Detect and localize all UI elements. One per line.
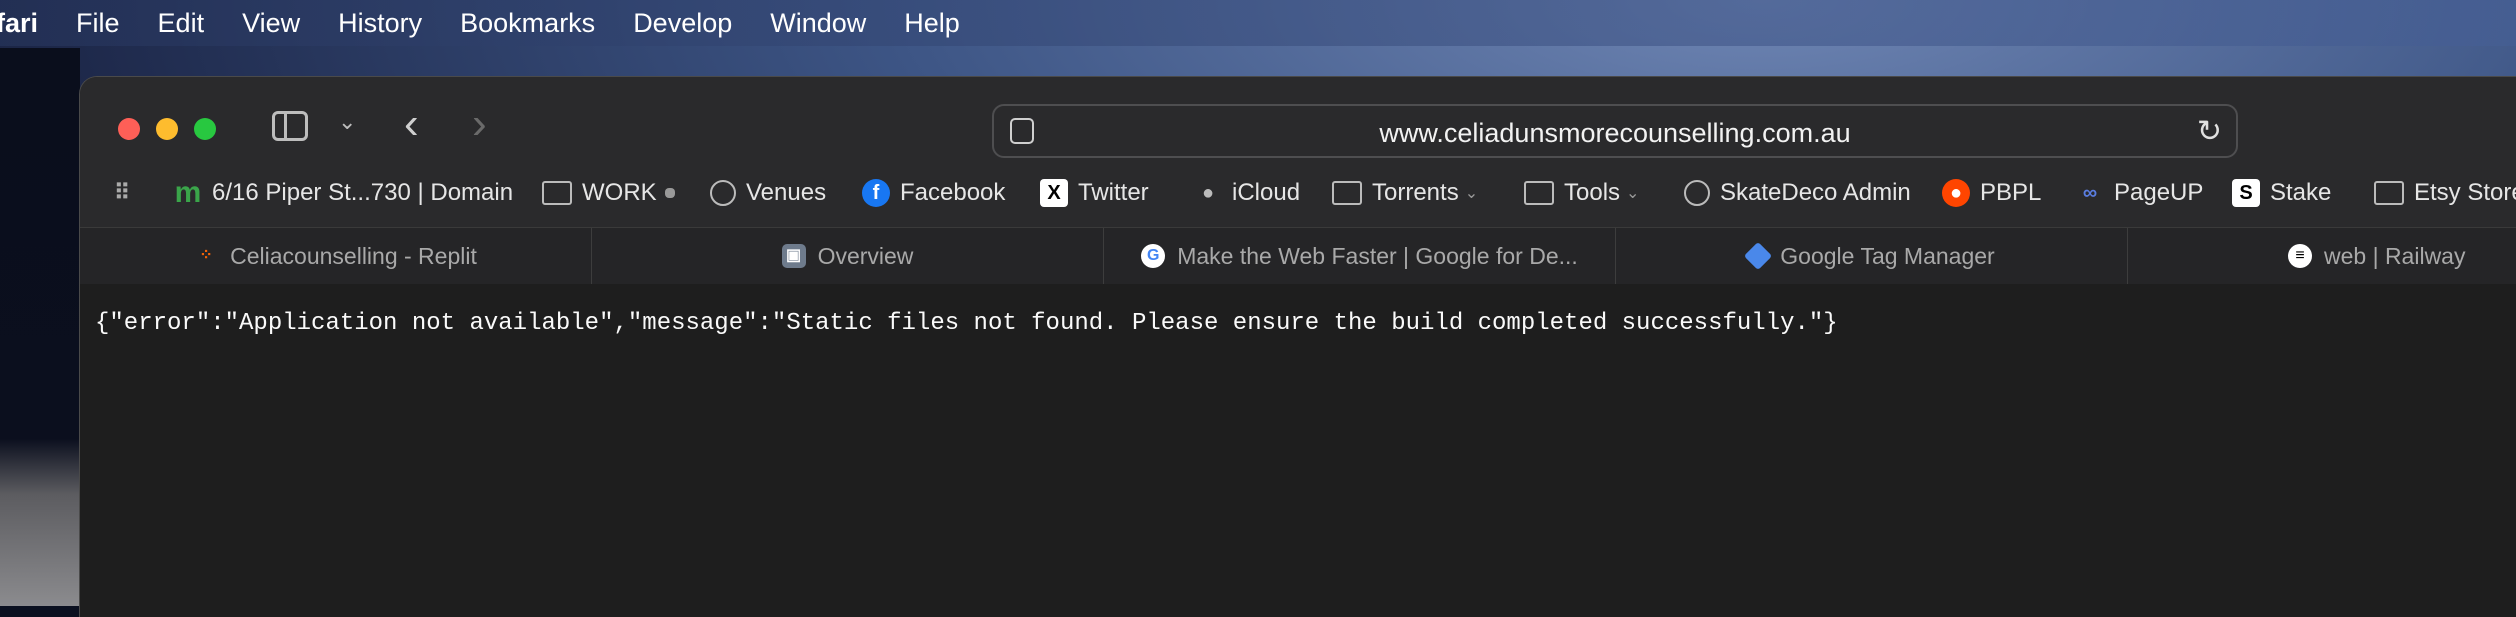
bookmark-skatedeco[interactable]: SkateDeco Admin <box>1684 179 1911 207</box>
reddit-icon: ● <box>1942 179 1970 207</box>
forward-button[interactable]: › <box>472 99 487 149</box>
menu-bookmarks[interactable]: Bookmarks <box>460 8 595 39</box>
menu-develop[interactable]: Develop <box>633 8 732 39</box>
bookmark-label: Facebook <box>900 179 1006 206</box>
menu-help[interactable]: Help <box>904 8 960 39</box>
pageup-icon: ∞ <box>2082 182 2098 204</box>
apple-icon: ● <box>1201 182 1215 204</box>
google-icon: G <box>1141 244 1166 268</box>
address-bar[interactable]: www.celiadunsmorecounselling.com.au ↻ <box>992 104 2238 158</box>
bookmark-domain[interactable]: m 6/16 Piper St...730 | Domain <box>174 176 514 209</box>
chevron-down-icon: ⌄ <box>1626 185 1640 202</box>
browser-toolbar: ⌄ ‹ › www.celiadunsmorecounselling.com.a… <box>80 77 2516 227</box>
bookmark-label: SkateDeco Admin <box>1720 179 1911 206</box>
browser-window: ⌄ ‹ › www.celiadunsmorecounselling.com.a… <box>79 76 2516 617</box>
folder-icon <box>542 181 572 205</box>
tab-label: Overview <box>817 242 914 269</box>
bookmark-label: Twitter <box>1078 179 1149 206</box>
tab-label: Celiacounselling - Replit <box>230 242 477 269</box>
gtm-icon <box>1744 241 1773 271</box>
tab-make-web-faster[interactable]: G Make the Web Faster | Google for De... <box>1104 228 1616 284</box>
tab-railway[interactable]: ≡ web | Railway <box>2128 228 2516 284</box>
error-json-text: {"error":"Application not available","me… <box>95 310 1838 337</box>
bookmark-label: PBPL <box>1980 179 2042 206</box>
bookmark-icloud[interactable]: ● iCloud <box>1194 179 1300 207</box>
tab-overview[interactable]: ▣ Overview <box>592 228 1104 284</box>
close-window-button[interactable] <box>118 118 140 140</box>
folder-icon <box>2374 181 2404 205</box>
bookmark-twitter[interactable]: X Twitter <box>1040 179 1149 207</box>
menu-file[interactable]: File <box>76 8 120 39</box>
bookmark-label: WORK <box>582 179 657 206</box>
menu-window[interactable]: Window <box>770 8 866 39</box>
menu-edit[interactable]: Edit <box>158 8 205 39</box>
menu-view[interactable]: View <box>242 8 300 39</box>
tab-label: Make the Web Faster | Google for De... <box>1177 242 1578 269</box>
bookmark-folder-work[interactable]: WORK <box>542 179 685 207</box>
tab-overview-grid-button[interactable]: ⠿ <box>108 179 146 207</box>
bookmark-pbpl[interactable]: ● PBPL <box>1942 179 2041 207</box>
minimize-window-button[interactable] <box>156 118 178 140</box>
chevron-down-icon: ⌄ <box>1464 185 1479 202</box>
page-content: {"error":"Application not available","me… <box>80 284 2516 617</box>
railway-icon: ≡ <box>2288 244 2312 268</box>
back-button[interactable]: ‹ <box>404 99 419 149</box>
sidebar-toggle-icon[interactable] <box>272 111 308 141</box>
bookmark-label: PageUP <box>2114 179 2204 206</box>
menu-history[interactable]: History <box>338 8 422 39</box>
replit-icon: ⁘ <box>199 247 213 264</box>
tab-replit[interactable]: ⁘ Celiacounselling - Replit <box>80 228 592 284</box>
bookmark-label: Etsy Store <box>2414 179 2516 206</box>
bookmark-label: iCloud <box>1232 179 1301 206</box>
folder-icon <box>1524 181 1554 205</box>
facebook-icon: f <box>862 179 890 207</box>
desktop-background-strip <box>0 48 80 606</box>
bookmark-pageup[interactable]: ∞ PageUP <box>2076 179 2204 207</box>
zoom-window-button[interactable] <box>194 118 216 140</box>
bookmark-label: Torrents <box>1372 179 1459 206</box>
overview-icon: ▣ <box>781 244 806 268</box>
bookmark-label: Tools <box>1564 179 1621 206</box>
domain-icon: m <box>174 176 202 209</box>
folder-icon <box>1332 181 1362 205</box>
grid-icon: ⠿ <box>113 180 131 205</box>
chevron-down-icon[interactable]: ⌄ <box>338 109 356 135</box>
globe-icon <box>710 180 736 206</box>
menu-bar: fari File Edit View History Bookmarks De… <box>0 0 2516 46</box>
bookmarks-bar: ⠿ m 6/16 Piper St...730 | Domain WORK Ve… <box>80 175 2516 217</box>
x-icon: X <box>1040 179 1068 207</box>
bookmark-folder-etsy[interactable]: Etsy Store <box>2374 179 2516 207</box>
bookmark-venues[interactable]: Venues <box>710 179 826 207</box>
bookmark-folder-torrents[interactable]: Torrents ⌄ <box>1332 179 1478 207</box>
tab-label: web | Railway <box>2324 242 2466 269</box>
tab-google-tag-manager[interactable]: Google Tag Manager <box>1616 228 2128 284</box>
bookmark-label: 6/16 Piper St...730 | Domain <box>212 179 514 206</box>
globe-icon <box>1684 180 1710 206</box>
bookmark-facebook[interactable]: f Facebook <box>862 179 1005 207</box>
window-controls <box>118 118 216 140</box>
stake-icon: S <box>2232 179 2260 207</box>
bookmark-folder-tools[interactable]: Tools ⌄ <box>1524 179 1639 207</box>
square-icon <box>664 188 675 198</box>
tab-bar: ⁘ Celiacounselling - Replit ▣ Overview G… <box>80 227 2516 285</box>
bookmark-stake[interactable]: S Stake <box>2232 179 2331 207</box>
tab-label: Google Tag Manager <box>1780 242 1995 269</box>
bookmark-label: Venues <box>746 179 827 206</box>
reload-icon[interactable]: ↻ <box>2197 114 2222 149</box>
app-menu[interactable]: fari <box>0 8 38 39</box>
bookmark-label: Stake <box>2270 179 2332 206</box>
url-text[interactable]: www.celiadunsmorecounselling.com.au <box>994 118 2236 149</box>
